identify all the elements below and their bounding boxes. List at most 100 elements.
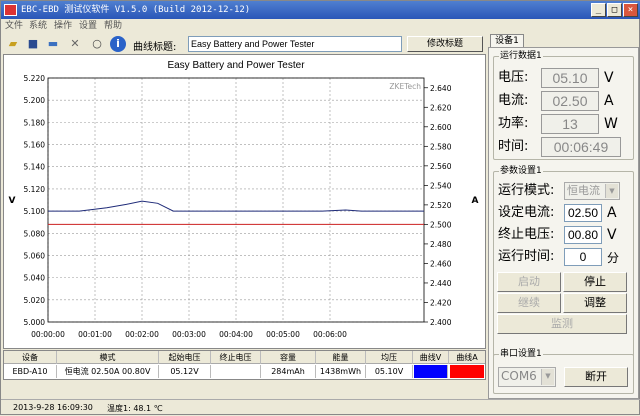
time-readout: 00:06:49 <box>541 137 621 157</box>
y-tick-label: 5.040 <box>24 274 46 283</box>
run-data-group: 运行数据1 电压: 05.10 V 电流: 02.50 A 功率: 13 W 时… <box>493 51 634 160</box>
col-curve-v: 曲线V <box>413 351 449 364</box>
col-mode: 模式 <box>57 351 159 364</box>
app-icon <box>4 4 17 16</box>
curve-v-color-swatch[interactable] <box>414 365 448 378</box>
com-port-value: COM6 <box>501 369 537 383</box>
close-button[interactable]: × <box>623 3 638 17</box>
set-current-unit: A <box>607 205 617 221</box>
curve-a-color-swatch[interactable] <box>450 365 484 378</box>
run-time-label: 运行时间: <box>498 249 555 264</box>
info-icon[interactable]: i <box>110 36 126 52</box>
x-tick-label: 00:05:00 <box>266 330 300 339</box>
x-tick-label: 00:06:00 <box>313 330 347 339</box>
menu-operate[interactable]: 操作 <box>54 19 72 33</box>
status-temperature: 温度1: 48.1 ℃ <box>107 404 163 413</box>
power-label: 功率: <box>498 116 529 131</box>
current-readout: 02.50 <box>541 91 599 111</box>
y-tick-label: 5.200 <box>24 96 46 105</box>
y-tick-label: 5.080 <box>24 229 46 238</box>
menu-settings[interactable]: 设置 <box>79 19 97 33</box>
set-current-label: 设定电流: <box>498 205 555 220</box>
y-tick-label: 5.000 <box>24 318 46 327</box>
x-tick-label: 00:04:00 <box>219 330 253 339</box>
col-end-v: 终止电压 <box>211 351 261 364</box>
zoom-icon[interactable]: ○ <box>89 36 105 52</box>
serial-settings-group: 串口设置1 COM6 ▼ 断开 <box>493 349 634 394</box>
y2-axis-label: A <box>472 196 479 206</box>
maximize-button[interactable]: □ <box>607 3 622 17</box>
y2-tick-label: 2.500 <box>430 220 452 229</box>
chart: Easy Battery and Power Tester 5.000 5.020 5… <box>9 60 479 339</box>
cell-energy: 1438mWh <box>316 365 366 378</box>
y2-tick-label: 2.620 <box>430 103 452 112</box>
col-device: 设备 <box>4 351 57 364</box>
x-tick-label: 00:03:00 <box>172 330 206 339</box>
y2-tick-label: 2.640 <box>430 84 452 93</box>
y2-tick-label: 2.420 <box>430 298 452 307</box>
y2-tick-label: 2.540 <box>430 181 452 190</box>
cell-avg-v: 05.10V <box>366 365 413 378</box>
open-folder-icon[interactable]: ▰ <box>5 36 21 52</box>
end-voltage-unit: V <box>607 227 617 243</box>
chart-title: Easy Battery and Power Tester <box>167 60 305 71</box>
y2-tick-label: 2.520 <box>430 201 452 210</box>
curve-title-input[interactable]: Easy Battery and Power Tester <box>188 36 402 52</box>
save-icon[interactable]: ■ <box>25 36 41 52</box>
table-header: 设备 模式 起始电压 终止电压 容量 能量 均压 曲线V 曲线A <box>4 351 485 364</box>
time-label: 时间: <box>498 139 529 154</box>
y2-tick-label: 2.600 <box>430 123 452 132</box>
y-tick-label: 5.140 <box>24 163 46 172</box>
y2-tick-label: 2.480 <box>430 240 452 249</box>
run-time-input[interactable]: 0 <box>564 248 602 266</box>
y-tick-label: 5.120 <box>24 185 46 194</box>
start-button[interactable]: 启动 <box>497 272 561 292</box>
run-time-unit: 分 <box>607 251 620 265</box>
stop-button[interactable]: 停止 <box>563 272 627 292</box>
monitor-button[interactable]: 监测 <box>497 314 627 334</box>
chart-watermark: ZKETech <box>389 82 421 91</box>
cell-start-v: 05.12V <box>159 365 211 378</box>
device-side-panel: 运行数据1 电压: 05.10 V 电流: 02.50 A 功率: 13 W 时… <box>488 47 639 399</box>
y2-tick-label: 2.400 <box>430 318 452 327</box>
menu-file[interactable]: 文件 <box>5 19 23 33</box>
voltage-readout: 05.10 <box>541 68 599 88</box>
menu-bar: 文件 系统 操作 设置 帮助 <box>1 19 640 33</box>
image-icon[interactable]: ▬ <box>45 36 61 52</box>
run-data-group-title: 运行数据1 <box>499 51 543 62</box>
y-tick-label: 5.100 <box>24 207 46 216</box>
y2-tick-label: 2.440 <box>430 279 452 288</box>
chevron-down-icon: ▼ <box>605 184 618 198</box>
y-tick-label: 5.220 <box>24 74 46 83</box>
tab-device1[interactable]: 设备1 <box>490 34 524 48</box>
col-start-v: 起始电压 <box>159 351 211 364</box>
run-mode-value: 恒电流 <box>567 184 600 197</box>
minimize-button[interactable]: _ <box>591 3 606 17</box>
chart-panel: Easy Battery and Power Tester 5.000 5.020 5… <box>3 54 486 349</box>
current-label: 电流: <box>498 93 529 108</box>
menu-help[interactable]: 帮助 <box>104 19 122 33</box>
power-unit: W <box>604 116 618 132</box>
disconnect-button[interactable]: 断开 <box>564 367 628 387</box>
y-tick-label: 5.180 <box>24 118 46 127</box>
continue-button[interactable]: 继续 <box>497 293 561 313</box>
app-window: EBC-EBD 测试仪软件 V1.5.0 (Build 2012-12-12) … <box>0 0 640 415</box>
y2-tick-label: 2.580 <box>430 142 452 151</box>
end-voltage-input[interactable]: 00.80 <box>564 226 602 244</box>
table-row[interactable]: EBD-A10 恒电流 02.50A 00.80V 05.12V 284mAh … <box>4 364 485 379</box>
cell-mode: 恒电流 02.50A 00.80V <box>57 365 159 378</box>
tools-icon[interactable]: ✕ <box>67 36 83 52</box>
voltage-label: 电压: <box>498 70 529 85</box>
status-bar: 2013-9-28 16:09:30 温度1: 48.1 ℃ <box>1 399 640 416</box>
y2-tick-label: 2.460 <box>430 259 452 268</box>
col-capacity: 容量 <box>261 351 316 364</box>
set-current-input[interactable]: 02.50 <box>564 204 602 222</box>
y-axis-label: V <box>9 196 16 206</box>
end-voltage-label: 终止电压: <box>498 227 555 242</box>
y2-tick-label: 2.560 <box>430 162 452 171</box>
edit-title-button[interactable]: 修改标题 <box>407 36 483 52</box>
com-port-select[interactable]: COM6 ▼ <box>498 367 556 387</box>
menu-system[interactable]: 系统 <box>29 19 47 33</box>
run-mode-select[interactable]: 恒电流 ▼ <box>564 182 620 200</box>
adjust-button[interactable]: 调整 <box>563 293 627 313</box>
